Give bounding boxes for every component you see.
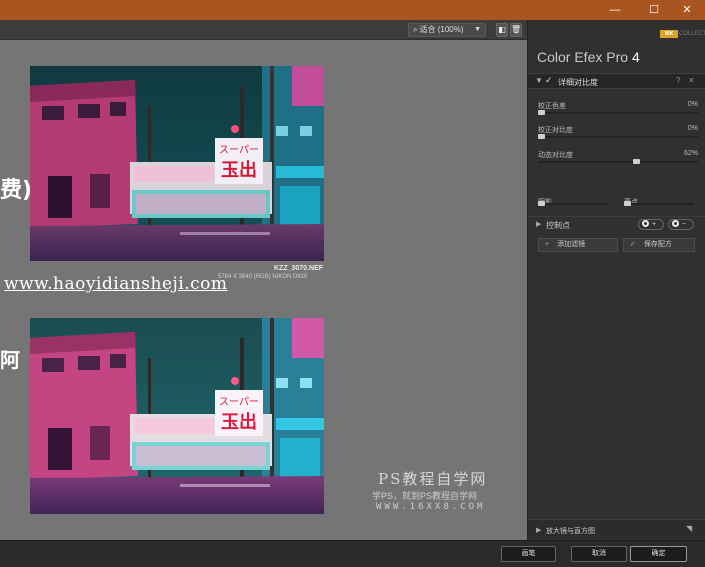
site-url-overlay: www.haoyidiansheji.com [4, 274, 228, 294]
slider-thumb[interactable] [624, 201, 631, 206]
slider-value: 0% [687, 125, 698, 132]
filter-name: 详细对比度 [558, 78, 598, 87]
slider-label: 动态对比度 [538, 152, 573, 159]
svg-text:スーパー: スーパー [219, 396, 259, 408]
control-point-icon [672, 220, 679, 227]
bottom-action-bar: 画笔 取消 确定 [0, 540, 705, 567]
watermark-subtitle: 学PS，就到PS教程自学网 [372, 491, 478, 501]
brand-collection-text: COLLECTION [679, 31, 705, 37]
svg-text:玉出: 玉出 [221, 411, 257, 433]
slider-highlights[interactable]: 亮点 [624, 191, 694, 209]
chevron-down-icon: ▼ [474, 26, 481, 33]
app-title-version: 4 [631, 49, 640, 65]
trash-icon[interactable]: 🗑 [510, 23, 522, 37]
app-title: Color Efex Pro 4 [537, 49, 640, 65]
collapse-arrow-icon[interactable]: ▼ [535, 76, 543, 85]
filter-header-detail-contrast[interactable]: ▼ ✓ 详细对比度 ? ✕ [528, 73, 705, 89]
preview-canvas[interactable]: 费) 阿 スーパー 玉出 KZZ_3070.NEF 5784 X 3840 (R… [0, 40, 527, 540]
save-recipe-button[interactable]: ✓ 保存配方 [623, 238, 695, 252]
svg-text:玉出: 玉出 [221, 159, 257, 181]
nik-logo: NIK [660, 30, 678, 38]
maximize-icon[interactable]: ☐ [641, 0, 667, 20]
save-recipe-label: 保存配方 [643, 241, 672, 248]
file-name: KZZ_3070.NEF [274, 265, 324, 272]
background-text: 阿 [0, 348, 20, 372]
help-icon[interactable]: ? [676, 76, 680, 85]
slider-track[interactable] [538, 161, 698, 163]
expand-arrow-icon[interactable]: ▶ [536, 220, 541, 228]
background-text: 费) [0, 178, 33, 203]
expand-arrow-icon[interactable]: ▶ [536, 526, 541, 534]
slider-thumb[interactable] [538, 134, 545, 139]
remove-control-point-button[interactable]: − [668, 219, 694, 230]
zoom-dropdown[interactable]: ⌕ 适合 (100%) ▼ [408, 23, 486, 37]
window-title-bar: — ☐ ✕ [0, 0, 705, 20]
ok-button[interactable]: 确定 [630, 546, 687, 562]
control-points-row: ▶ 控制点 + − [528, 216, 705, 232]
slider-thumb[interactable] [538, 201, 545, 206]
zoom-label: 适合 (100%) [419, 25, 464, 34]
cancel-button[interactable]: 取消 [571, 546, 627, 562]
corner-arrow-icon[interactable]: ◥ [686, 524, 692, 533]
slider-track[interactable] [538, 203, 608, 205]
slider-shadows[interactable]: 阴影 [538, 191, 608, 209]
add-filter-label: 添加滤镜 [557, 241, 586, 248]
loupe-label: 放大镜与直方图 [546, 528, 595, 535]
preview-image-before: スーパー 玉出 [30, 66, 324, 261]
slider-track[interactable] [538, 136, 698, 138]
slider-thumb[interactable] [538, 110, 545, 115]
preview-image-after: スーパー 玉出 [30, 318, 324, 514]
filter-panel: NIK COLLECTION Color Efex Pro 4 ▼ ✓ 详细对比… [527, 20, 705, 540]
file-metadata: 5784 X 3840 (RGB) NIKON D810 [218, 274, 308, 280]
add-filter-button[interactable]: + 添加滤镜 [538, 238, 618, 252]
slider-value: 0% [687, 101, 698, 108]
minimize-icon[interactable]: — [602, 0, 628, 20]
magnifier-icon: ⌕ [413, 25, 418, 34]
canvas-toolbar: ⌕ 适合 (100%) ▼ ◧ 🗑 [0, 20, 527, 40]
brush-button[interactable]: 画笔 [501, 546, 556, 562]
control-points-label: 控制点 [546, 221, 570, 230]
loupe-histogram-section[interactable]: ▶ 放大镜与直方图 ◥ [528, 519, 705, 539]
slider-track[interactable] [538, 112, 698, 114]
slider-track[interactable] [624, 203, 694, 205]
watermark-title: PS教程自学网 [378, 470, 488, 488]
view-split-icon[interactable]: ◧ [496, 23, 508, 37]
watermark-domain: WWW.16XX8.COM [376, 502, 486, 512]
plus-icon: + [545, 241, 550, 248]
svg-text:スーパー: スーパー [219, 144, 259, 156]
app-title-name: Color Efex Pro [537, 49, 629, 65]
close-icon[interactable]: ✕ [674, 0, 700, 20]
slider-value: 62% [683, 150, 698, 157]
add-control-point-button[interactable]: + [638, 219, 664, 230]
slider-thumb[interactable] [632, 159, 640, 164]
control-point-icon [642, 220, 649, 227]
remove-filter-icon[interactable]: ✕ [688, 76, 695, 85]
checkmark-icon: ✓ [630, 241, 636, 248]
checkmark-icon[interactable]: ✓ [545, 75, 553, 86]
